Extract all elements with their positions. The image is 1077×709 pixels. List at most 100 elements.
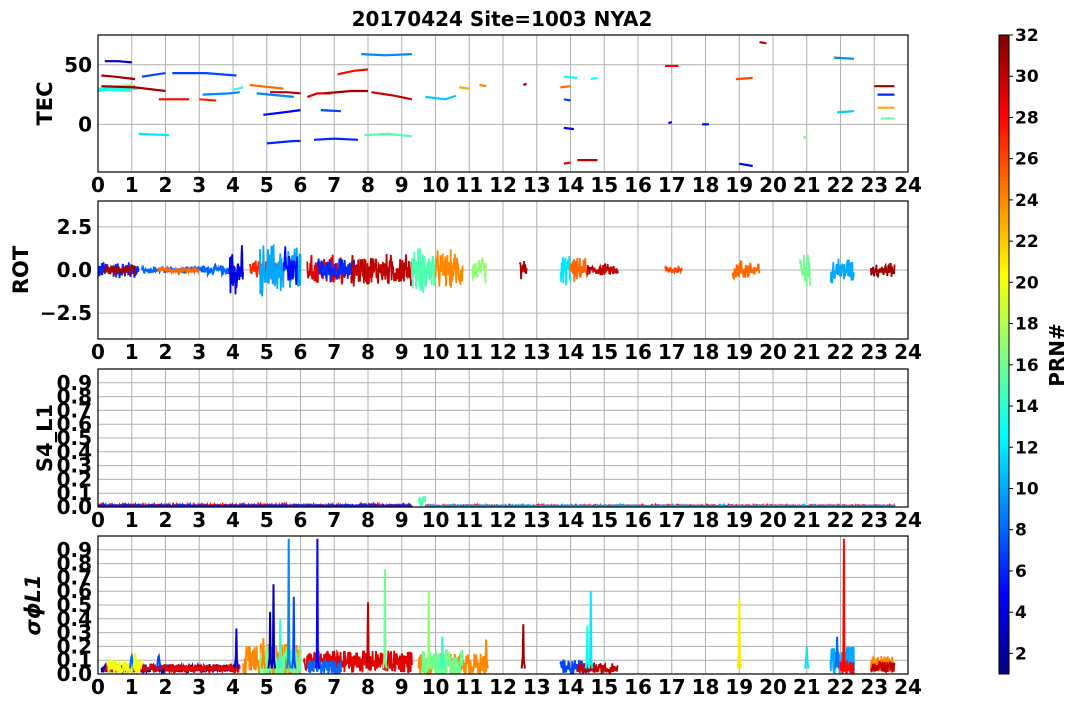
x-tick-label: 21 bbox=[793, 340, 821, 364]
spike-prn-31 bbox=[520, 624, 526, 669]
series-line-prn-11 bbox=[837, 110, 855, 114]
series-line-prn-13 bbox=[590, 76, 598, 81]
x-tick-label: 20 bbox=[759, 508, 787, 532]
colorbar: 2468101214161820222426283032PRN# bbox=[998, 26, 1069, 675]
series-line-prn-5 bbox=[263, 109, 301, 116]
x-tick-label: 9 bbox=[395, 340, 409, 364]
colorbar-gradient bbox=[998, 34, 1010, 675]
series-line-prn-26 bbox=[735, 76, 753, 81]
x-tick-label: 3 bbox=[192, 340, 206, 364]
x-tick-label: 0 bbox=[91, 508, 105, 532]
x-tick-label: 19 bbox=[725, 173, 753, 197]
x-tick-label: 12 bbox=[489, 675, 517, 699]
x-tick-label: 23 bbox=[860, 675, 888, 699]
x-tick-label: 5 bbox=[260, 675, 274, 699]
x-tick-label: 14 bbox=[557, 173, 585, 197]
x-tick-label: 19 bbox=[725, 675, 753, 699]
series-group bbox=[98, 41, 895, 168]
x-tick-label: 6 bbox=[294, 340, 308, 364]
x-tick-label: 13 bbox=[523, 675, 551, 699]
x-tick-label: 19 bbox=[725, 508, 753, 532]
y-axis-label: σϕL1 bbox=[21, 574, 45, 635]
series-line-prn-7 bbox=[172, 71, 237, 77]
y-axis-label: TEC bbox=[33, 81, 57, 125]
x-tick-label: 17 bbox=[658, 173, 686, 197]
spike-prn-21 bbox=[736, 599, 742, 669]
colorbar-tick-label: 22 bbox=[1015, 232, 1039, 252]
series-line-prn-5 bbox=[668, 120, 673, 125]
colorbar-tick-label: 16 bbox=[1015, 356, 1039, 376]
y-tick-label: 0.0 bbox=[57, 495, 92, 519]
figure-title: 20170424 Site=1003 NYA2 bbox=[352, 7, 653, 31]
series-group bbox=[98, 243, 896, 297]
series-line-prn-9 bbox=[361, 53, 412, 57]
x-tick-label: 11 bbox=[455, 675, 483, 699]
x-tick-label: 2 bbox=[159, 173, 173, 197]
colorbar-tick-label: 28 bbox=[1015, 108, 1039, 128]
x-tick-label: 2 bbox=[159, 340, 173, 364]
x-tick-label: 14 bbox=[557, 340, 585, 364]
x-tick-label: 21 bbox=[793, 173, 821, 197]
series-line-prn-5 bbox=[739, 162, 753, 168]
x-tick-label: 21 bbox=[793, 675, 821, 699]
y-axis-label: ROT bbox=[9, 245, 33, 294]
x-tick-label: 13 bbox=[523, 173, 551, 197]
x-tick-label: 10 bbox=[422, 173, 450, 197]
colorbar-label: PRN# bbox=[1045, 323, 1069, 387]
colorbar-tick-label: 8 bbox=[1015, 521, 1027, 541]
x-tick-label: 16 bbox=[624, 675, 652, 699]
x-tick-label: 3 bbox=[192, 508, 206, 532]
grid bbox=[97, 536, 909, 675]
x-tick-label: 0 bbox=[91, 675, 105, 699]
spike-prn-14 bbox=[277, 618, 283, 669]
x-tick-label: 17 bbox=[658, 340, 686, 364]
x-tick-label: 7 bbox=[327, 508, 341, 532]
x-tick-label: 11 bbox=[455, 173, 483, 197]
colorbar-tick-label: 30 bbox=[1015, 67, 1039, 87]
x-tick-label: 14 bbox=[557, 508, 585, 532]
x-tick-label: 0 bbox=[91, 173, 105, 197]
colorbar-tick-label: 14 bbox=[1015, 397, 1039, 417]
series-line-prn-7 bbox=[141, 72, 166, 78]
noise-trace-prn-10 bbox=[829, 258, 855, 284]
spike-prn-3 bbox=[270, 584, 277, 669]
spike-prn-16 bbox=[382, 569, 388, 669]
x-tick-label: 23 bbox=[860, 508, 888, 532]
x-tick-label: 17 bbox=[658, 508, 686, 532]
spike-prn-17 bbox=[426, 591, 432, 669]
x-tick-label: 4 bbox=[226, 675, 240, 699]
x-tick-label: 7 bbox=[327, 340, 341, 364]
x-tick-label: 16 bbox=[624, 508, 652, 532]
x-tick-label: 18 bbox=[692, 675, 720, 699]
colorbar-tick-label: 20 bbox=[1015, 273, 1039, 293]
y-tick-label: 0 bbox=[78, 112, 92, 136]
figure-canvas: 20170424 Site=1003 NYA2 0 1 2 3 4 5 6 7 8 9 10 11 12… bbox=[9, 7, 1069, 699]
y-tick-label: −2.5 bbox=[40, 301, 92, 325]
series-line-prn-30 bbox=[759, 41, 767, 45]
x-tick-label: 7 bbox=[327, 675, 341, 699]
y-tick-label: 50 bbox=[64, 53, 92, 77]
x-tick-label: 22 bbox=[827, 340, 855, 364]
x-tick-label: 12 bbox=[489, 508, 517, 532]
series-line-prn-7 bbox=[563, 98, 571, 102]
x-tick-label: 4 bbox=[226, 340, 240, 364]
x-tick-label: 11 bbox=[455, 340, 483, 364]
x-tick-label: 1 bbox=[125, 675, 139, 699]
panel-rot: 0 1 2 3 4 5 6 7 8 9 10 11 12 13 14 15 16 17 18 19 20 21 22 23 24… bbox=[9, 200, 922, 364]
x-tick-label: 17 bbox=[658, 675, 686, 699]
colorbar-tick-label: 6 bbox=[1015, 562, 1027, 582]
spike-prn-12 bbox=[588, 591, 594, 669]
x-tick-label: 9 bbox=[395, 173, 409, 197]
panel-tec: 0 1 2 3 4 5 6 7 8 9 10 11 12 13 14 15 16 17 18 19 20 21 22 23 24… bbox=[33, 34, 922, 197]
x-tick-label: 6 bbox=[294, 508, 308, 532]
series-line-prn-24 bbox=[479, 83, 487, 88]
series-line-prn-30 bbox=[270, 91, 301, 95]
x-tick-label: 3 bbox=[192, 675, 206, 699]
noise-trace-prn-30 bbox=[586, 262, 619, 276]
colorbar-tick-label: 18 bbox=[1015, 315, 1039, 335]
noise-trace-prn-30 bbox=[576, 661, 619, 674]
series-line-prn-6 bbox=[266, 139, 301, 145]
x-tick-label: 7 bbox=[327, 173, 341, 197]
x-tick-label: 2 bbox=[159, 508, 173, 532]
y-axis-label: S4_L1 bbox=[33, 404, 57, 472]
